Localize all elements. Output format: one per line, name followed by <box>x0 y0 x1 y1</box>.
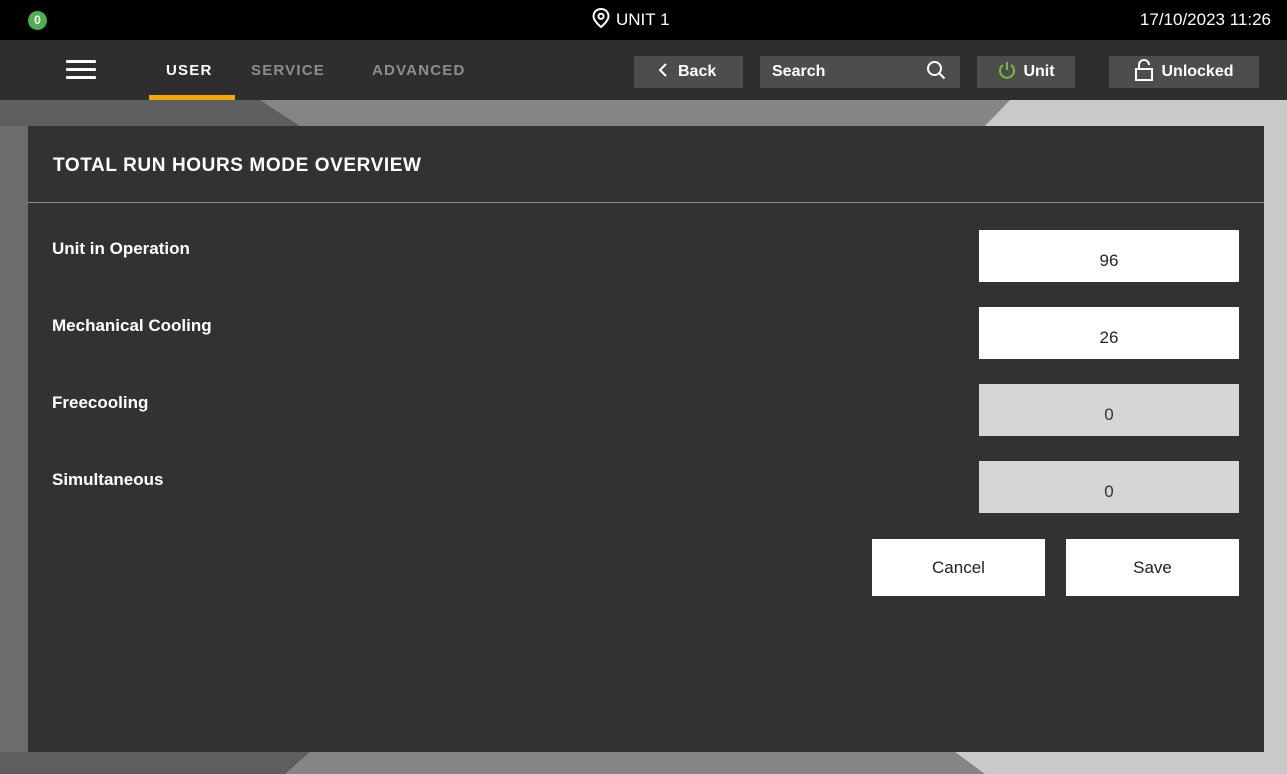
label-mechanical-cooling: Mechanical Cooling <box>52 316 212 335</box>
search-input[interactable]: Search <box>760 56 960 88</box>
datetime: 17/10/2023 11:26 <box>1139 10 1271 29</box>
divider <box>28 202 1264 203</box>
decorative-stripe <box>0 100 1287 126</box>
back-label: Back <box>678 63 717 80</box>
unit-power-button[interactable]: Unit <box>977 56 1075 88</box>
tab-advanced[interactable]: ADVANCED <box>372 62 466 79</box>
lock-label: Unlocked <box>1161 63 1234 80</box>
simultaneous-field: 0 <box>979 461 1239 513</box>
unit-label: Unit <box>1023 63 1055 80</box>
lock-button[interactable]: Unlocked <box>1109 56 1259 88</box>
back-button[interactable]: Back <box>634 56 743 88</box>
freecooling-field: 0 <box>979 384 1239 436</box>
status-bar: 0 UNIT 1 17/10/2023 11:26 <box>0 0 1287 40</box>
run-hours-panel: TOTAL RUN HOURS MODE OVERVIEW Unit in Op… <box>28 126 1264 752</box>
power-icon <box>997 60 1017 85</box>
unlock-icon <box>1134 58 1154 86</box>
label-unit-in-operation: Unit in Operation <box>52 239 190 258</box>
menu-icon[interactable] <box>66 60 96 80</box>
nav-bar: USER SERVICE ADVANCED Back Search Unit U… <box>0 40 1287 100</box>
mechanical-cooling-field[interactable]: 26 <box>979 307 1239 359</box>
label-freecooling: Freecooling <box>52 393 149 412</box>
tab-user[interactable]: USER <box>166 62 212 79</box>
decorative-stripe-bottom <box>0 752 1287 774</box>
label-simultaneous: Simultaneous <box>52 470 164 489</box>
tab-service[interactable]: SERVICE <box>251 62 325 79</box>
panel-title: TOTAL RUN HOURS MODE OVERVIEW <box>53 155 422 176</box>
save-button[interactable]: Save <box>1066 539 1239 596</box>
unit-title: UNIT 1 <box>592 7 670 33</box>
cancel-button[interactable]: Cancel <box>872 539 1045 596</box>
notification-badge[interactable]: 0 <box>28 11 47 30</box>
search-icon[interactable] <box>926 60 946 85</box>
unit-name: UNIT 1 <box>616 10 670 29</box>
chevron-left-icon <box>658 62 668 82</box>
search-label: Search <box>772 63 826 80</box>
location-pin-icon <box>592 7 610 33</box>
unit-in-operation-field[interactable]: 96 <box>979 230 1239 282</box>
